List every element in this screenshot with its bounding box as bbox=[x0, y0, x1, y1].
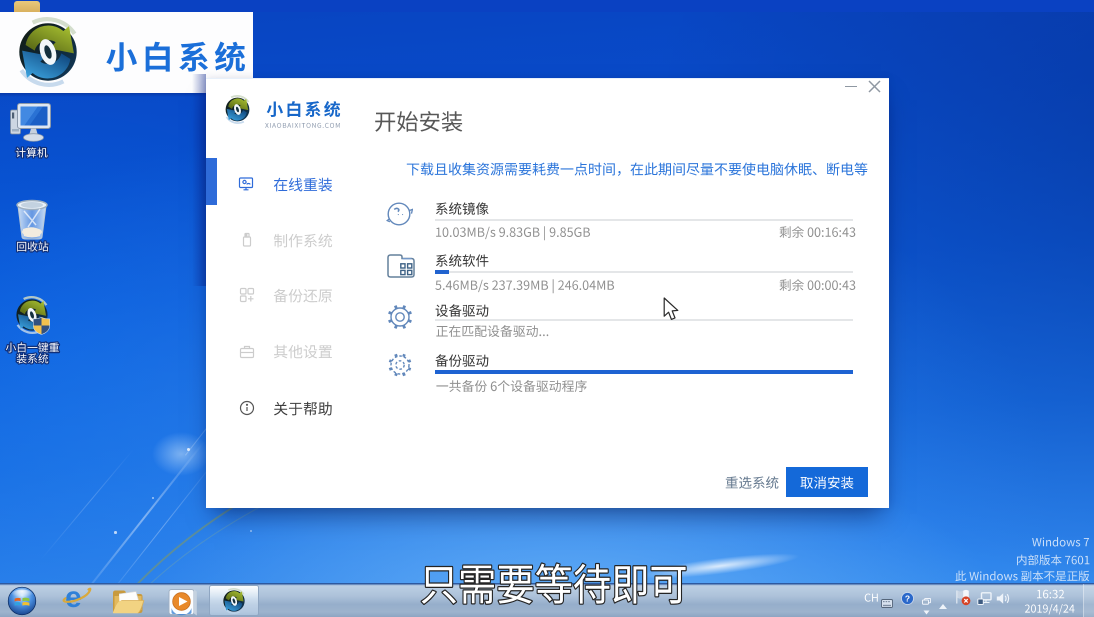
svg-text:?: ? bbox=[905, 594, 910, 604]
